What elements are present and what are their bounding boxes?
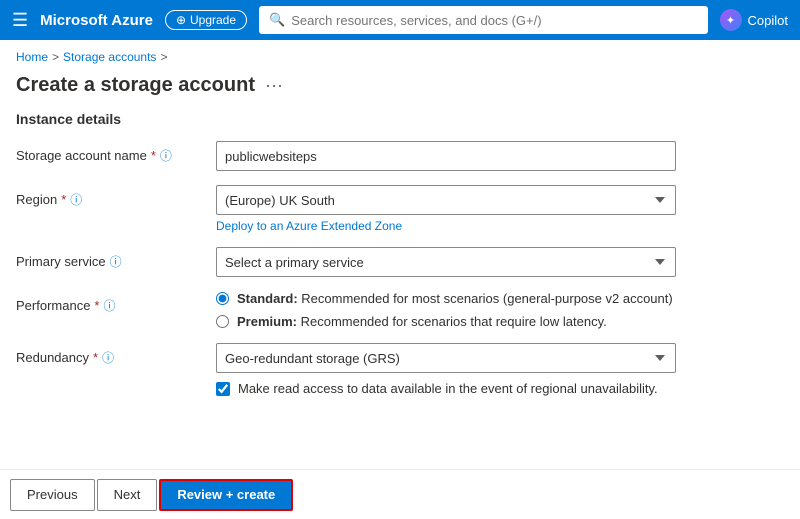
required-star: * [151, 148, 156, 163]
performance-required-star: * [94, 298, 99, 313]
performance-premium-radio[interactable] [216, 315, 229, 328]
page-title: Create a storage account [16, 74, 255, 97]
performance-info-icon[interactable]: ⓘ [103, 297, 115, 314]
breadcrumb-home[interactable]: Home [16, 50, 48, 64]
performance-label: Performance * ⓘ [16, 291, 216, 314]
primary-service-info-icon[interactable]: ⓘ [110, 253, 122, 270]
region-info-icon[interactable]: ⓘ [70, 191, 82, 208]
region-label: Region * ⓘ [16, 185, 216, 208]
previous-button[interactable]: Previous [10, 479, 95, 511]
next-button[interactable]: Next [97, 479, 158, 511]
review-create-button[interactable]: Review + create [159, 479, 293, 511]
performance-standard-option[interactable]: Standard: Recommended for most scenarios… [216, 291, 676, 306]
upgrade-circle-icon: ⊕ [176, 13, 186, 27]
azure-extended-zone-link[interactable]: Deploy to an Azure Extended Zone [216, 219, 402, 233]
region-required-star: * [61, 192, 66, 207]
azure-logo: Microsoft Azure [40, 12, 153, 29]
redundancy-required-star: * [93, 350, 98, 365]
region-select[interactable]: (Europe) UK South (Europe) UK West (US) … [216, 185, 676, 215]
form-container: Instance details Storage account name * … [0, 111, 800, 396]
performance-standard-label: Standard: [237, 291, 298, 306]
primary-service-label: Primary service ⓘ [16, 247, 216, 270]
more-options-icon[interactable]: ··· [265, 75, 283, 96]
breadcrumb-sep1: > [52, 50, 59, 64]
redundancy-label: Redundancy * ⓘ [16, 343, 216, 366]
search-icon: 🔍 [269, 12, 285, 28]
performance-standard-desc: Recommended for most scenarios (general-… [301, 291, 672, 306]
page-header: Create a storage account ··· [0, 70, 800, 111]
redundancy-select[interactable]: Locally-redundant storage (LRS) Geo-redu… [216, 343, 676, 373]
redundancy-checkbox[interactable] [216, 382, 230, 396]
breadcrumb-storage-accounts[interactable]: Storage accounts [63, 50, 156, 64]
account-name-info-icon[interactable]: ⓘ [160, 147, 172, 164]
performance-premium-label: Premium: [237, 314, 297, 329]
performance-control: Standard: Recommended for most scenarios… [216, 291, 676, 329]
primary-service-select[interactable]: Select a primary service Azure Blob Stor… [216, 247, 676, 277]
account-name-label: Storage account name * ⓘ [16, 141, 216, 164]
redundancy-info-icon[interactable]: ⓘ [102, 349, 114, 366]
redundancy-checkbox-label: Make read access to data available in th… [238, 381, 658, 396]
search-box[interactable]: 🔍 [259, 6, 708, 34]
copilot-icon: ✦ [720, 9, 742, 31]
storage-account-name-row: Storage account name * ⓘ [16, 141, 784, 171]
bottom-bar: Previous Next Review + create [0, 469, 800, 519]
performance-standard-radio[interactable] [216, 292, 229, 305]
breadcrumb-sep2: > [160, 50, 167, 64]
main-content: Home > Storage accounts > Create a stora… [0, 40, 800, 519]
account-name-control [216, 141, 676, 171]
redundancy-checkbox-row[interactable]: Make read access to data available in th… [216, 381, 676, 396]
upgrade-button[interactable]: ⊕ Upgrade [165, 10, 247, 30]
performance-row: Performance * ⓘ Standard: Recommended fo… [16, 291, 784, 329]
primary-service-control: Select a primary service Azure Blob Stor… [216, 247, 676, 277]
top-navigation: ☰ Microsoft Azure ⊕ Upgrade 🔍 ✦ Copilot [0, 0, 800, 40]
region-row: Region * ⓘ (Europe) UK South (Europe) UK… [16, 185, 784, 233]
primary-service-row: Primary service ⓘ Select a primary servi… [16, 247, 784, 277]
redundancy-row: Redundancy * ⓘ Locally-redundant storage… [16, 343, 784, 396]
search-input[interactable] [291, 13, 697, 28]
redundancy-control: Locally-redundant storage (LRS) Geo-redu… [216, 343, 676, 396]
breadcrumb: Home > Storage accounts > [0, 40, 800, 70]
copilot-button[interactable]: ✦ Copilot [720, 9, 788, 31]
hamburger-icon[interactable]: ☰ [12, 10, 28, 31]
account-name-input[interactable] [216, 141, 676, 171]
performance-premium-option[interactable]: Premium: Recommended for scenarios that … [216, 314, 676, 329]
performance-premium-desc: Recommended for scenarios that require l… [301, 314, 607, 329]
instance-details-title: Instance details [16, 111, 784, 127]
region-control: (Europe) UK South (Europe) UK West (US) … [216, 185, 676, 233]
